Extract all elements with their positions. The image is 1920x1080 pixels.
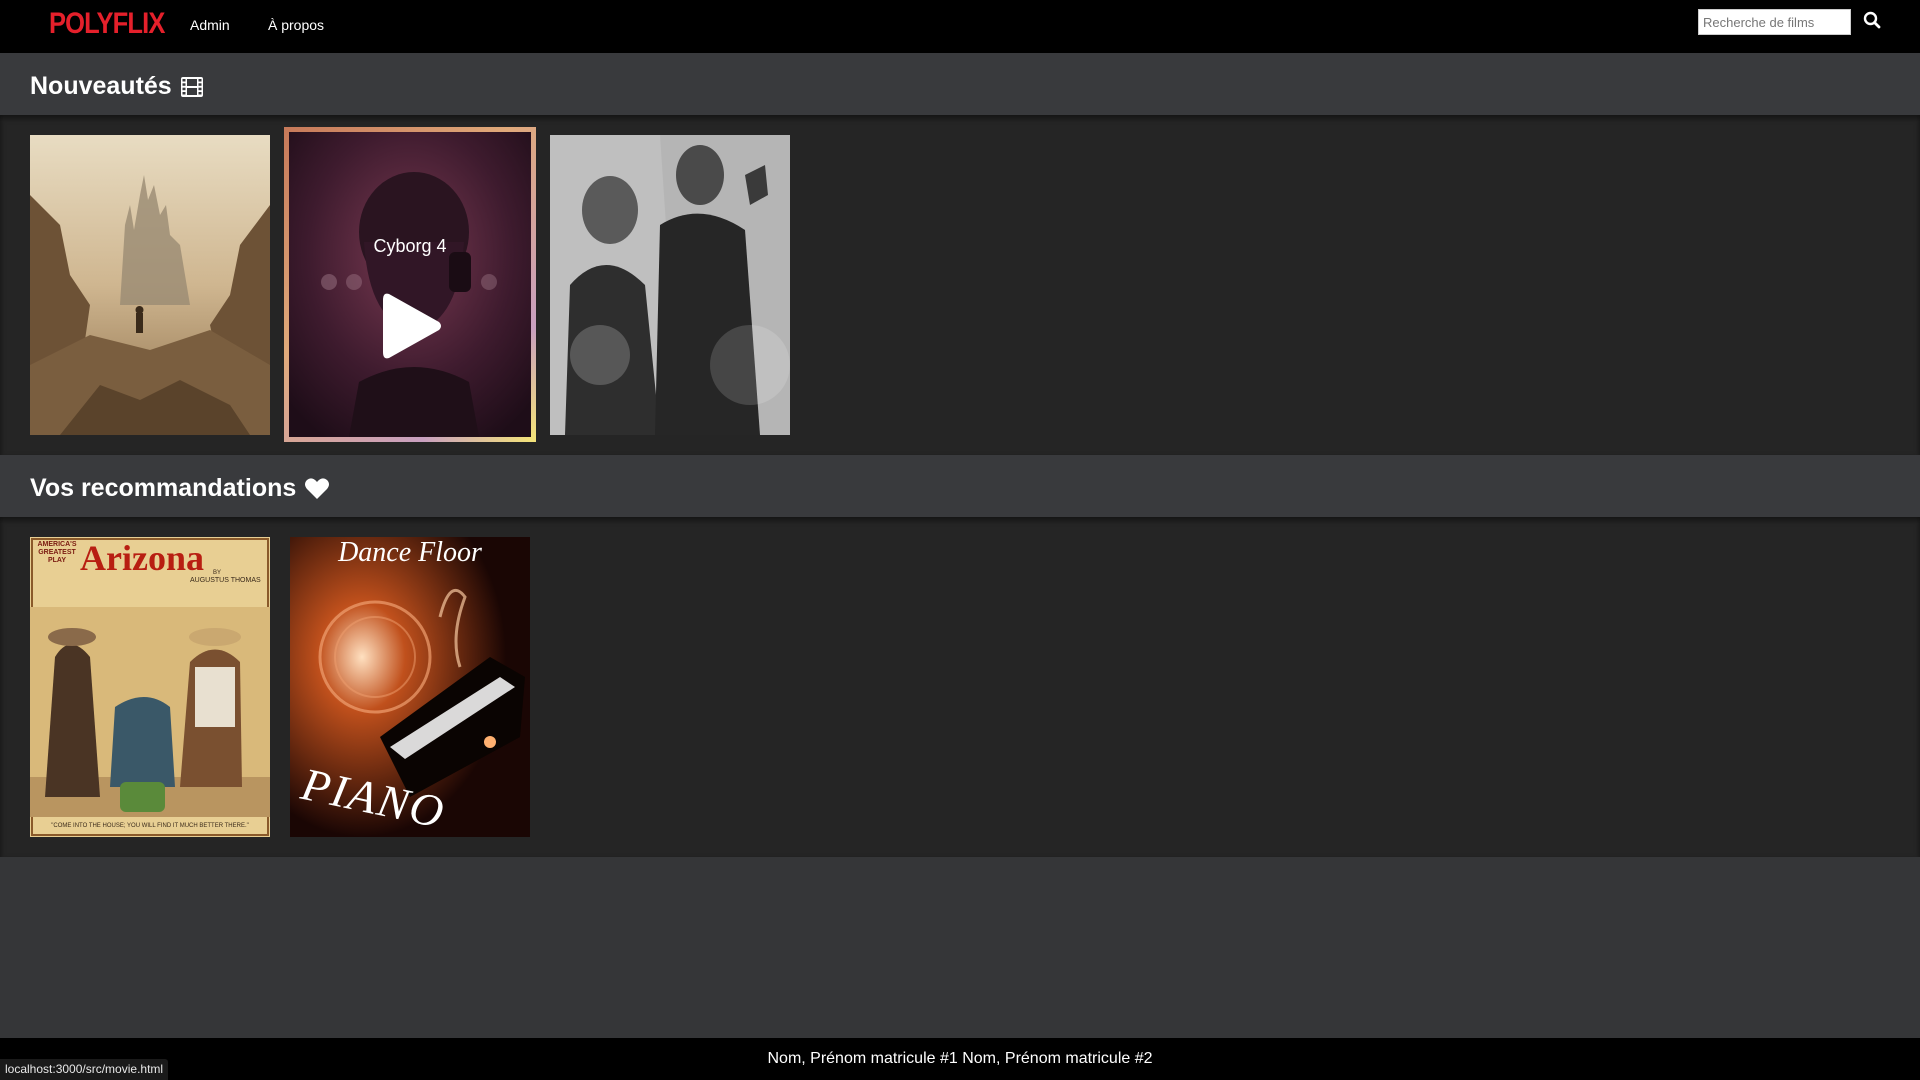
section-header-new: Nouveautés (0, 53, 1920, 115)
section-title-recommendations-label: Vos recommandations (30, 474, 297, 502)
movie-row-recommendations: AMERICA'S GREATEST PLAY Arizona BY AUGUS… (0, 517, 1920, 857)
nav-link-about[interactable]: À propos (268, 17, 324, 33)
dance-floor-subtitle: PIANO (297, 757, 451, 837)
search-button[interactable] (1862, 11, 1882, 31)
polyflix-logo[interactable]: POLYFLIX (49, 7, 165, 41)
dance-floor-poster-text: Dance Floor PIANO (290, 537, 530, 837)
arizona-title: Arizona (80, 538, 204, 578)
search-icon (1863, 11, 1881, 29)
arizona-author: AUGUSTUS THOMAS (190, 577, 261, 584)
dance-floor-title: Dance Floor (338, 537, 482, 568)
section-title-new-label: Nouveautés (30, 72, 172, 100)
play-icon[interactable] (381, 290, 443, 362)
arizona-tagline: AMERICA'S GREATEST PLAY (37, 541, 77, 564)
section-title-recommendations: Vos recommandations (30, 474, 330, 503)
movie-poster-arizona[interactable]: AMERICA'S GREATEST PLAY Arizona BY AUGUS… (30, 537, 270, 837)
navbar: POLYFLIX Admin À propos (0, 0, 1920, 53)
arizona-caption: "COME INTO THE HOUSE; YOU WILL FIND IT M… (51, 823, 249, 829)
section-title-new: Nouveautés (30, 72, 204, 101)
footer: Nom, Prénom matricule #1 Nom, Prénom mat… (0, 1038, 1920, 1080)
movie-poster-desert-castle[interactable] (30, 135, 270, 435)
movie-poster-cyborg[interactable]: Cyborg 4 (284, 127, 536, 442)
heart-icon (305, 478, 330, 499)
poster-hover-overlay: Cyborg 4 (289, 132, 531, 437)
movie-poster-dance-floor[interactable]: Dance Floor PIANO (290, 537, 530, 837)
movie-poster-noir-couple[interactable] (550, 135, 790, 435)
search-input[interactable] (1698, 9, 1851, 35)
movie-row-new: Cyborg 4 (0, 115, 1920, 455)
arizona-by: BY (213, 570, 222, 576)
footer-text: Nom, Prénom matricule #1 Nom, Prénom mat… (767, 1050, 1153, 1067)
poster-title: Cyborg 4 (373, 236, 447, 256)
arizona-poster-text: AMERICA'S GREATEST PLAY Arizona BY AUGUS… (30, 537, 270, 837)
section-header-recommendations: Vos recommandations (0, 455, 1920, 517)
browser-status-url: localhost:3000/src/movie.html (0, 1059, 169, 1080)
nav-link-admin[interactable]: Admin (190, 17, 230, 33)
film-icon (180, 76, 203, 97)
